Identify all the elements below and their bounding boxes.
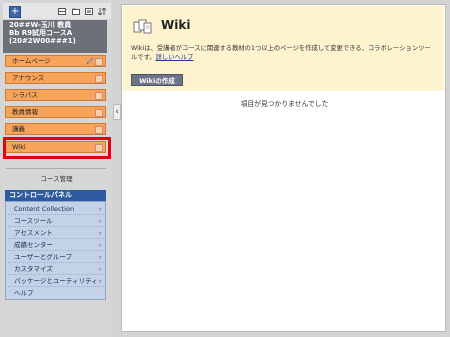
- menu-options-icon[interactable]: [95, 109, 103, 117]
- content-area: Wiki Wikiは、受講者がコースに関連する教材の1つ以上のページを作成して変…: [121, 4, 446, 332]
- menu-item-label: ホームページ: [12, 57, 51, 65]
- window-icon[interactable]: [85, 8, 93, 15]
- description-line-2: ルです。: [131, 54, 156, 61]
- chevron-right-icon: »: [98, 206, 102, 213]
- collapse-sidebar-handle[interactable]: ‹: [113, 104, 121, 120]
- cp-item-label: ユーザーとグループ: [14, 253, 72, 261]
- wiki-highlight-frame: [3, 137, 111, 159]
- course-title-line-2: Bb R9試用コースA: [9, 29, 73, 37]
- chevron-right-icon: »: [98, 242, 102, 249]
- course-title-line-3: (20#2W00###1): [9, 37, 76, 45]
- chevron-right-icon: »: [98, 254, 102, 261]
- cp-item-grade-center[interactable]: 成績センター »: [8, 240, 104, 251]
- cp-item-label: アセスメント: [14, 229, 53, 237]
- control-panel-header[interactable]: コントロールパネル: [5, 190, 106, 201]
- cp-item-label: コースツール: [14, 217, 53, 225]
- cp-item-help[interactable]: ヘルプ: [8, 288, 104, 299]
- add-menu-item-button[interactable]: +: [9, 6, 21, 18]
- cp-item-course-tools[interactable]: コースツール »: [8, 216, 104, 227]
- menu-item-instructor-info[interactable]: 教員情報: [5, 106, 106, 118]
- cp-item-label: パッケージとユーティリティ: [14, 277, 98, 285]
- cp-item-content-collection[interactable]: Content Collection »: [8, 204, 104, 215]
- menu-item-home[interactable]: ホームページ: [5, 55, 106, 67]
- sort-icon[interactable]: [98, 8, 106, 15]
- course-management-heading: コース管理: [40, 175, 73, 183]
- empty-state-message: 項目が見つかりませんでした: [240, 100, 329, 108]
- cp-item-label: 成績センター: [14, 241, 53, 249]
- menu-item-syllabus[interactable]: シラバス: [5, 89, 106, 101]
- wiki-pages-icon: [133, 19, 152, 34]
- grid-icon[interactable]: [58, 8, 66, 15]
- cp-item-users-groups[interactable]: ユーザーとグループ »: [8, 252, 104, 263]
- course-title-line-1: 20##W-玉川 教員: [9, 21, 72, 29]
- cp-item-customize[interactable]: カスタマイズ »: [8, 264, 104, 275]
- chevron-right-icon: »: [98, 230, 102, 237]
- course-title[interactable]: 20##W-玉川 教員 Bb R9試用コースA (20#2W00###1): [3, 20, 107, 53]
- menu-options-icon[interactable]: [95, 58, 103, 66]
- menu-item-lectures[interactable]: 講義: [5, 123, 106, 135]
- cp-item-assessment[interactable]: アセスメント »: [8, 228, 104, 239]
- description-line-1: Wikiは、受講者がコースに関連する教材の1つ以上のページを作成して変更できる、…: [131, 45, 431, 52]
- menu-item-label: シラバス: [12, 91, 38, 99]
- folder-icon[interactable]: [72, 8, 80, 15]
- chevron-right-icon: »: [98, 278, 102, 285]
- cp-item-label: Content Collection: [14, 205, 75, 213]
- course-menu-toolbar: +: [3, 3, 111, 19]
- divider: [6, 168, 106, 169]
- control-panel-list: Content Collection » コースツール » アセスメント » 成績セン…: [5, 201, 106, 300]
- cp-item-packages-utilities[interactable]: パッケージとユーティリティ»: [8, 276, 104, 287]
- menu-item-announcements[interactable]: アナウンス: [5, 72, 106, 84]
- chevron-right-icon: »: [98, 218, 102, 225]
- page-title: Wiki: [161, 18, 191, 32]
- menu-item-label: 教員情報: [12, 108, 38, 116]
- menu-options-icon[interactable]: [95, 126, 103, 134]
- cp-item-label: カスタマイズ: [14, 265, 53, 273]
- menu-item-label: アナウンス: [12, 74, 45, 82]
- menu-options-icon[interactable]: [95, 75, 103, 83]
- chevron-right-icon: »: [98, 266, 102, 273]
- page-description: Wikiは、受講者がコースに関連する教材の1つ以上のページを作成して変更できる、…: [131, 44, 431, 62]
- course-sidebar: + 20##W-玉川 教員 Bb R9試用コースA (20#2W00###1) …: [0, 0, 113, 337]
- control-panel-label: コントロールパネル: [9, 191, 72, 199]
- menu-item-label: 講義: [12, 125, 25, 133]
- cp-item-label: ヘルプ: [14, 289, 34, 297]
- menu-options-icon[interactable]: [95, 92, 103, 100]
- pencil-icon[interactable]: [86, 57, 94, 65]
- create-wiki-button[interactable]: Wikiの作成: [131, 74, 183, 86]
- page-header: Wiki Wikiは、受講者がコースに関連する教材の1つ以上のページを作成して変…: [123, 6, 444, 91]
- more-help-link[interactable]: 詳しいヘルプ: [156, 54, 194, 61]
